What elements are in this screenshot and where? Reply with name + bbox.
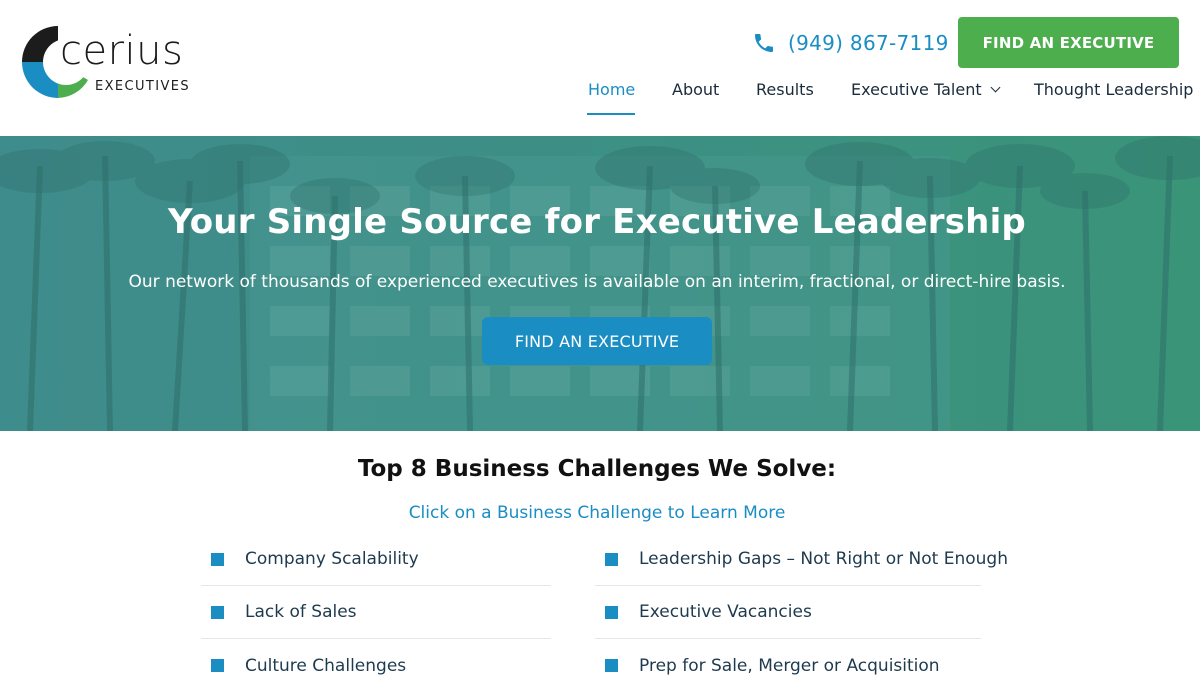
hero-subtitle: Our network of thousands of experienced … bbox=[128, 272, 1066, 292]
challenge-item-company-scalability[interactable]: Company Scalability bbox=[201, 533, 551, 586]
nav-item-executive-talent-label: Executive Talent bbox=[851, 80, 982, 99]
square-bullet-icon bbox=[605, 552, 618, 566]
challenges-heading: Top 8 Business Challenges We Solve: bbox=[357, 456, 837, 482]
site-header: cerius EXECUTIVES (949) 867-7119 FIND AN… bbox=[0, 0, 1200, 136]
challenge-label: Culture Challenges bbox=[245, 655, 407, 675]
challenge-item-culture-challenges[interactable]: Culture Challenges bbox=[201, 639, 551, 675]
nav-item-thought-leadership[interactable]: Thought Leadership bbox=[1034, 80, 1193, 99]
challenge-label: Company Scalability bbox=[245, 549, 419, 569]
hero-find-executive-button[interactable]: FIND AN EXECUTIVE bbox=[482, 317, 712, 365]
challenge-label: Prep for Sale, Merger or Acquisition bbox=[639, 655, 940, 675]
challenge-item-leadership-gaps[interactable]: Leadership Gaps – Not Right or Not Enoug… bbox=[595, 533, 1008, 586]
challenge-item-prep-for-sale[interactable]: Prep for Sale, Merger or Acquisition bbox=[595, 639, 981, 675]
find-executive-button[interactable]: FIND AN EXECUTIVE bbox=[958, 17, 1179, 68]
hero-title: Your Single Source for Executive Leaders… bbox=[168, 202, 1026, 242]
logo-wordmark: cerius bbox=[60, 28, 184, 74]
challenges-list-right: Leadership Gaps – Not Right or Not Enoug… bbox=[595, 533, 1008, 675]
challenge-item-lack-of-sales[interactable]: Lack of Sales bbox=[201, 586, 551, 639]
nav-item-executive-talent[interactable]: Executive Talent bbox=[851, 80, 1001, 99]
phone-link[interactable]: (949) 867-7119 bbox=[752, 28, 949, 58]
nav-item-home[interactable]: Home bbox=[588, 80, 635, 99]
challenge-label: Executive Vacancies bbox=[639, 602, 812, 622]
phone-icon bbox=[755, 34, 773, 52]
chevron-down-icon bbox=[990, 82, 1001, 93]
hero-banner: Your Single Source for Executive Leaders… bbox=[0, 136, 1200, 431]
nav-item-results[interactable]: Results bbox=[756, 80, 814, 99]
challenge-label: Lack of Sales bbox=[245, 602, 357, 622]
main-nav: Home About Results Executive Talent Thou… bbox=[0, 80, 1200, 116]
challenges-subheading[interactable]: Click on a Business Challenge to Learn M… bbox=[0, 503, 1194, 523]
challenge-item-executive-vacancies[interactable]: Executive Vacancies bbox=[595, 586, 981, 639]
square-bullet-icon bbox=[211, 552, 224, 566]
challenges-list-left: Company Scalability Lack of Sales Cultur… bbox=[201, 533, 551, 675]
square-bullet-icon bbox=[605, 605, 618, 619]
nav-item-about[interactable]: About bbox=[672, 80, 719, 99]
challenge-label: Leadership Gaps – Not Right or Not Enoug… bbox=[639, 549, 1008, 569]
square-bullet-icon bbox=[211, 659, 224, 672]
phone-number: (949) 867-7119 bbox=[788, 31, 949, 55]
active-nav-indicator bbox=[587, 113, 635, 115]
square-bullet-icon bbox=[211, 605, 224, 619]
square-bullet-icon bbox=[605, 659, 618, 672]
